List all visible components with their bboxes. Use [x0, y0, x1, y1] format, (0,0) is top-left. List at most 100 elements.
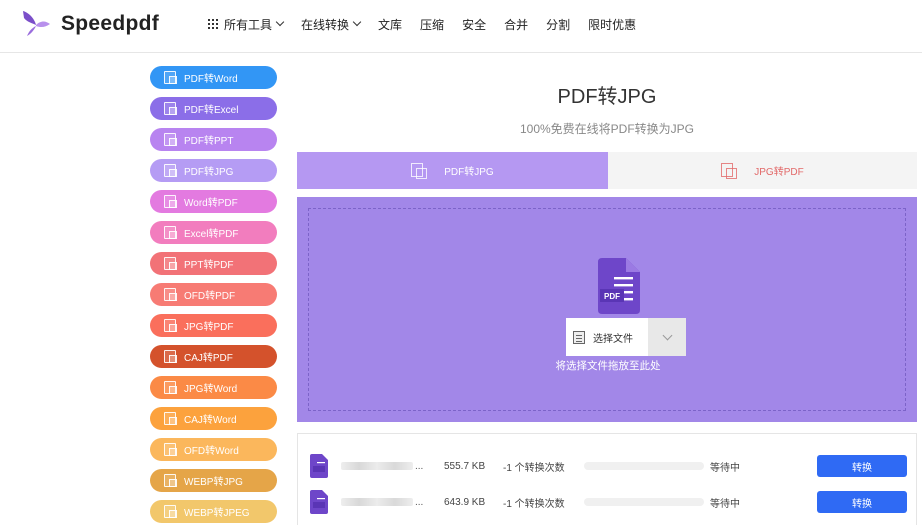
convert-button[interactable]: 转换 — [817, 491, 907, 513]
sidebar-tool-label: Excel转PDF — [184, 229, 239, 240]
file-name-suffix: ... — [415, 496, 424, 508]
image-file-icon — [721, 163, 738, 179]
tab-label: PDF转JPG — [444, 167, 494, 178]
sidebar-tool-button[interactable]: CAJ转Word — [150, 407, 277, 430]
file-convert-icon — [164, 443, 177, 456]
top-header: Speedpdf 所有工具 在线转换 文库 压缩 安全 合并 分割 限时优惠 — [0, 0, 922, 53]
sidebar-tool-label: PDF转Excel — [184, 105, 239, 116]
file-convert-icon — [164, 319, 177, 332]
nav-online-convert[interactable]: 在线转换 — [301, 16, 362, 33]
sidebar-tool-button[interactable]: OFD转PDF — [150, 283, 277, 306]
tab-pdf-to-jpg[interactable]: PDF转JPG — [297, 152, 608, 189]
grid-icon — [208, 19, 218, 29]
sidebar-tool-button[interactable]: OFD转Word — [150, 438, 277, 461]
sidebar-tool-label: CAJ转PDF — [184, 353, 233, 364]
sidebar-tool-label: OFD转Word — [184, 446, 239, 457]
sidebar-tool-button[interactable]: PDF转Word — [150, 66, 277, 89]
file-list: ... 555.7 KB -1 个转换次数 等待中 转换... 643.9 KB -1 个转… — [297, 433, 917, 525]
butterfly-logo-icon[interactable] — [20, 8, 52, 40]
progress-bar — [584, 498, 704, 506]
nav-compress[interactable]: 压缩 — [420, 16, 444, 33]
sidebar-tool-label: OFD转PDF — [184, 291, 236, 302]
pdf-icon-label: PDF — [604, 292, 620, 301]
chevron-down-icon — [352, 17, 362, 27]
file-convert-icon — [164, 226, 177, 239]
file-name: ... — [341, 497, 423, 508]
file-name-suffix: ... — [415, 460, 424, 472]
nav-library[interactable]: 文库 — [378, 16, 402, 33]
nav-merge[interactable]: 合并 — [504, 16, 528, 33]
sidebar-tool-label: PDF转PPT — [184, 136, 234, 147]
sidebar-tool-button[interactable]: PDF转Excel — [150, 97, 277, 120]
conversion-count: -1 个转换次数 — [503, 498, 565, 510]
file-convert-icon — [164, 102, 177, 115]
nav-label: 文库 — [378, 17, 403, 32]
file-convert-icon — [164, 381, 177, 394]
tab-jpg-to-pdf[interactable]: JPG转PDF — [608, 152, 917, 189]
chevron-down-icon — [275, 17, 285, 27]
file-convert-icon — [164, 412, 177, 425]
sidebar-tool-label: Word转PDF — [184, 198, 238, 209]
progress-bar — [584, 462, 704, 470]
sidebar-tool-button[interactable]: CAJ转PDF — [150, 345, 277, 368]
page-title: PDF转JPG — [557, 86, 657, 108]
sidebar-tool-button[interactable]: PDF转JPG — [150, 159, 277, 182]
sidebar-tool-button[interactable]: WEBP转JPEG — [150, 500, 277, 523]
sidebar-tool-label: JPG转Word — [184, 384, 238, 395]
sidebar-tool-label: PDF转JPG — [184, 167, 234, 178]
choose-file-button[interactable]: 选择文件 — [566, 318, 648, 356]
file-convert-icon — [164, 505, 177, 518]
pdf-file-icon — [310, 454, 328, 478]
file-status: 等待中 — [710, 462, 740, 474]
file-status: 等待中 — [710, 498, 740, 510]
file-convert-icon — [164, 164, 177, 177]
nav-split[interactable]: 分割 — [546, 16, 570, 33]
redacted-file-name — [341, 497, 413, 506]
convert-button[interactable]: 转换 — [817, 455, 907, 477]
sidebar-tool-button[interactable]: Excel转PDF — [150, 221, 277, 244]
sidebar-tool-label: PDF转Word — [184, 74, 238, 85]
nav-label: 合并 — [504, 17, 529, 32]
sidebar-tool-button[interactable]: JPG转PDF — [150, 314, 277, 337]
file-convert-icon — [164, 350, 177, 363]
nav-label: 限时优惠 — [588, 17, 637, 32]
nav-all-tools[interactable]: 所有工具 — [208, 16, 285, 33]
file-icon — [573, 330, 585, 344]
chevron-down-icon — [662, 330, 672, 340]
brand-name[interactable]: Speedpdf — [61, 12, 159, 36]
file-convert-icon — [164, 288, 177, 301]
sidebar-tool-button[interactable]: Word转PDF — [150, 190, 277, 213]
tool-sidebar: PDF转Word PDF转Excel PDF转PPT PDF转JPG Word转PDF E… — [150, 66, 277, 525]
sidebar-tool-button[interactable]: PDF转PPT — [150, 128, 277, 151]
file-convert-icon — [164, 195, 177, 208]
nav-limited-offer[interactable]: 限时优惠 — [588, 16, 636, 33]
upload-drop-zone[interactable]: PDF 选择文件 将选择文件拖放至此处 — [297, 197, 917, 422]
pdf-file-icon: PDF — [598, 258, 640, 314]
nav-label: 分割 — [546, 17, 571, 32]
nav-label: 所有工具 — [224, 17, 273, 32]
sidebar-tool-button[interactable]: JPG转Word — [150, 376, 277, 399]
conversion-count: -1 个转换次数 — [503, 462, 565, 474]
sidebar-tool-label: CAJ转Word — [184, 415, 237, 426]
choose-file-control: 选择文件 — [566, 318, 686, 356]
choose-file-label: 选择文件 — [593, 333, 633, 345]
file-name: ... — [341, 461, 423, 472]
file-size: 643.9 KB — [444, 496, 486, 508]
sidebar-tool-label: WEBP转JPG — [184, 477, 243, 488]
sidebar-tool-button[interactable]: WEBP转JPG — [150, 469, 277, 492]
sidebar-tool-label: WEBP转JPEG — [184, 508, 250, 519]
file-convert-icon — [164, 257, 177, 270]
sidebar-tool-button[interactable]: PPT转PDF — [150, 252, 277, 275]
pdf-file-icon — [310, 490, 328, 514]
file-size: 555.7 KB — [444, 460, 486, 472]
file-convert-icon — [164, 71, 177, 84]
convert-tabs: PDF转JPG JPG转PDF — [297, 152, 917, 189]
nav-security[interactable]: 安全 — [462, 16, 486, 33]
nav-label: 在线转换 — [301, 17, 350, 32]
sidebar-tool-label: JPG转PDF — [184, 322, 234, 333]
choose-source-dropdown[interactable] — [648, 318, 686, 356]
main-nav: 所有工具 在线转换 文库 压缩 安全 合并 分割 限时优惠 — [208, 15, 654, 33]
drop-zone-dashed-area[interactable]: PDF 选择文件 将选择文件拖放至此处 — [308, 208, 906, 411]
page-subtitle: 100%免费在线将PDF转换为JPG — [519, 122, 695, 136]
drag-drop-hint: 将选择文件拖放至此处 — [555, 360, 661, 372]
